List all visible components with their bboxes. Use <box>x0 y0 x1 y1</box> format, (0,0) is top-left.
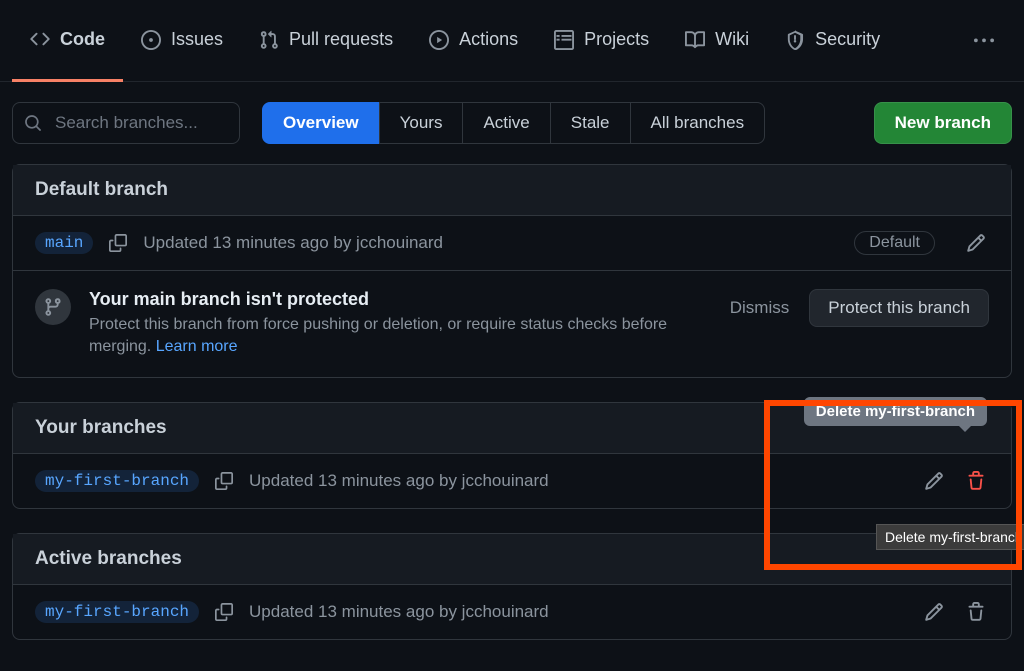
trash-icon <box>966 471 986 491</box>
search-wrap <box>12 102 240 144</box>
notice-body: Your main branch isn't protected Protect… <box>89 289 712 359</box>
updated-text: Updated 13 minutes ago by jcchouinard <box>143 233 443 253</box>
active-branch-row: my-first-branch Updated 13 minutes ago b… <box>13 585 1011 639</box>
filter-stale[interactable]: Stale <box>550 102 631 144</box>
tab-projects[interactable]: Projects <box>536 0 667 82</box>
nav-more-button[interactable] <box>956 19 1012 63</box>
updated-text: Updated 13 minutes ago by jcchouinard <box>249 471 549 491</box>
rename-button[interactable] <box>921 599 947 625</box>
delete-tooltip: Delete my-first-branch <box>804 397 987 426</box>
tab-code[interactable]: Code <box>12 0 123 82</box>
your-branches-header: Your branches Delete my-first-branch <box>13 403 1011 454</box>
tab-actions-label: Actions <box>459 29 518 50</box>
rename-button[interactable] <box>963 230 989 256</box>
notice-title: Your main branch isn't protected <box>89 289 712 310</box>
copy-icon <box>215 472 233 490</box>
issue-icon <box>141 30 161 50</box>
your-branch-row: my-first-branch Updated 13 minutes ago b… <box>13 454 1011 508</box>
filter-overview[interactable]: Overview <box>262 102 380 144</box>
protect-branch-button[interactable]: Protect this branch <box>809 289 989 327</box>
delete-button[interactable] <box>963 599 989 625</box>
pencil-icon <box>924 471 944 491</box>
copy-button[interactable] <box>211 599 237 625</box>
tab-issues[interactable]: Issues <box>123 0 241 82</box>
rename-button[interactable] <box>921 468 947 494</box>
new-branch-button[interactable]: New branch <box>874 102 1012 144</box>
filter-yours[interactable]: Yours <box>379 102 464 144</box>
tab-security-label: Security <box>815 29 880 50</box>
trash-icon <box>966 602 986 622</box>
branch-name-chip[interactable]: my-first-branch <box>35 470 199 492</box>
play-icon <box>429 30 449 50</box>
copy-icon <box>109 234 127 252</box>
default-branch-panel: Default branch main Updated 13 minutes a… <box>12 164 1012 378</box>
notice-desc: Protect this branch from force pushing o… <box>89 314 712 359</box>
branch-icon-circle <box>35 289 71 325</box>
copy-button[interactable] <box>211 468 237 494</box>
tab-wiki-label: Wiki <box>715 29 749 50</box>
filter-all[interactable]: All branches <box>630 102 766 144</box>
tab-code-label: Code <box>60 29 105 50</box>
tab-actions[interactable]: Actions <box>411 0 536 82</box>
repo-nav: Code Issues Pull requests Actions Projec… <box>0 0 1024 82</box>
tab-wiki[interactable]: Wiki <box>667 0 767 82</box>
tab-projects-label: Projects <box>584 29 649 50</box>
branch-name-chip[interactable]: main <box>35 232 93 254</box>
dismiss-button[interactable]: Dismiss <box>730 298 790 318</box>
copy-button[interactable] <box>105 230 131 256</box>
filter-active[interactable]: Active <box>462 102 550 144</box>
row-actions <box>921 468 989 494</box>
pull-request-icon <box>259 30 279 50</box>
shield-icon <box>785 30 805 50</box>
notice-actions: Dismiss Protect this branch <box>730 289 989 327</box>
default-badge: Default <box>854 231 935 255</box>
book-icon <box>685 30 705 50</box>
updated-text: Updated 13 minutes ago by jcchouinard <box>249 602 549 622</box>
pencil-icon <box>924 602 944 622</box>
delete-button[interactable] <box>963 468 989 494</box>
tab-issues-label: Issues <box>171 29 223 50</box>
os-tooltip: Delete my-first-branch <box>876 524 1024 550</box>
tab-security[interactable]: Security <box>767 0 898 82</box>
search-input[interactable] <box>12 102 240 144</box>
branch-name-chip[interactable]: my-first-branch <box>35 601 199 623</box>
your-branches-title: Your branches <box>35 417 167 438</box>
default-branch-header: Default branch <box>13 165 1011 216</box>
copy-icon <box>215 603 233 621</box>
default-branch-row: main Updated 13 minutes ago by jcchouina… <box>13 216 1011 271</box>
learn-more-link[interactable]: Learn more <box>156 338 238 355</box>
row-actions <box>921 599 989 625</box>
table-icon <box>554 30 574 50</box>
kebab-icon <box>974 31 994 51</box>
branches-toolbar: Overview Yours Active Stale All branches… <box>0 82 1024 164</box>
tab-pulls-label: Pull requests <box>289 29 393 50</box>
your-branches-panel: Your branches Delete my-first-branch my-… <box>12 402 1012 509</box>
active-branches-header: Active branches <box>13 534 1011 585</box>
filter-segmented: Overview Yours Active Stale All branches <box>262 102 765 144</box>
tab-pulls[interactable]: Pull requests <box>241 0 411 82</box>
git-branch-icon <box>43 297 63 317</box>
search-icon <box>24 114 42 132</box>
active-branches-panel: Active branches my-first-branch Updated … <box>12 533 1012 640</box>
protect-notice: Your main branch isn't protected Protect… <box>13 271 1011 377</box>
code-icon <box>30 29 50 49</box>
pencil-icon <box>966 233 986 253</box>
